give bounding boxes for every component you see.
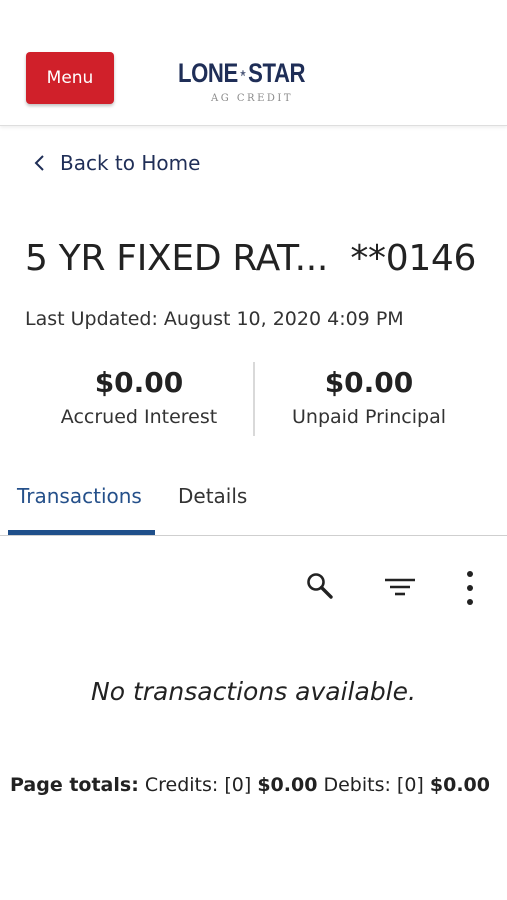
empty-transactions-message: No transactions available. [91,677,416,706]
back-to-home-link[interactable]: Back to Home [30,148,200,178]
menu-button[interactable]: Menu [26,52,114,104]
unpaid-principal-summary: $0.00 Unpaid Principal [254,360,484,428]
balance-summary: $0.00 Accrued Interest $0.00 Unpaid Prin… [0,360,507,438]
logo-wordmark: LONE STAR [178,54,306,92]
account-title: 5 YR FIXED RAT... **0146 [25,238,477,279]
unpaid-principal-label: Unpaid Principal [292,406,446,428]
tab-details[interactable]: Details [178,484,247,508]
accrued-interest-summary: $0.00 Accrued Interest [24,360,254,428]
filter-button[interactable] [382,568,418,608]
page-totals-label: Page totals: [10,774,139,796]
accrued-interest-label: Accrued Interest [60,406,218,428]
page-totals: Page totals: Credits: [0] $0.00 Debits: … [10,774,490,796]
lone-star-ag-credit-logo[interactable]: LONE STAR AG CREDIT [178,54,333,109]
credits-label: Credits: [0] [144,774,252,796]
unpaid-principal-amount: $0.00 [324,366,414,399]
star-icon [240,69,246,77]
more-options-button[interactable] [452,568,488,608]
debits-label: Debits: [0] [323,774,424,796]
logo-word-lone: LONE [178,57,238,88]
chevron-left-icon [34,155,44,171]
accrued-interest-amount: $0.00 [94,366,184,399]
app-header: Menu LONE STAR AG CREDIT [0,0,507,126]
search-icon [307,573,333,599]
tab-transactions[interactable]: Transactions [17,484,142,508]
filter-icon [385,578,415,596]
logo-word-star: STAR [248,57,306,88]
debits-amount: $0.00 [429,774,490,796]
logo-tagline: AG CREDIT [211,93,294,104]
credits-amount: $0.00 [257,774,318,796]
back-link-label: Back to Home [60,151,201,175]
search-button[interactable] [302,566,338,606]
last-updated-text: Last Updated: August 10, 2020 4:09 PM [25,308,404,330]
active-tab-indicator [8,530,155,535]
more-vertical-icon [467,571,473,605]
account-tabs: Transactions Details [0,470,507,536]
